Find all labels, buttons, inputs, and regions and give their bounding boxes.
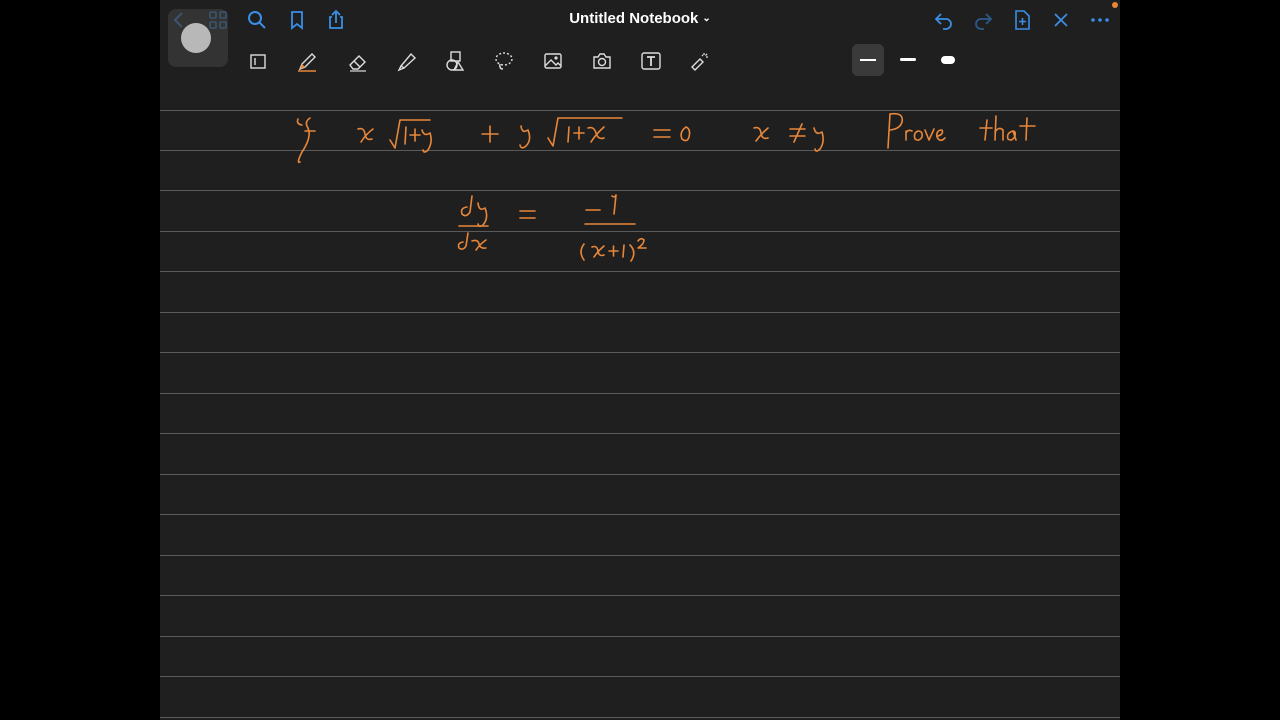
highlighter-icon[interactable]: [394, 48, 420, 74]
assistive-touch-dot: [181, 23, 211, 53]
pen-icon[interactable]: [294, 48, 320, 74]
shapes-icon[interactable]: [442, 48, 468, 74]
undo-icon[interactable]: [931, 7, 957, 33]
handwriting-that: [979, 115, 1036, 141]
camera-icon[interactable]: [589, 48, 615, 74]
notebook-app: Untitled Notebook ⌄: [160, 0, 1120, 720]
handwriting-ink: [296, 112, 1036, 262]
image-icon[interactable]: [540, 48, 566, 74]
stroke-thin-button[interactable]: [852, 44, 884, 76]
chevron-down-icon: ⌄: [702, 13, 711, 24]
status-indicator-dot: [1112, 2, 1118, 8]
handwriting-equals-zero: [653, 126, 691, 142]
handwriting-equals: [519, 210, 536, 219]
handwriting-x-not-equal-y: [753, 123, 824, 152]
handwriting-if: [296, 117, 316, 164]
handwriting-prove: [887, 112, 946, 149]
notebook-title-text: Untitled Notebook: [569, 10, 699, 27]
lasso-icon[interactable]: [491, 48, 517, 74]
redo-icon[interactable]: [970, 7, 996, 33]
stroke-thick-button[interactable]: [941, 56, 955, 64]
stroke-medium-button[interactable]: [900, 58, 916, 61]
tool-bar: [160, 40, 1120, 109]
text-icon[interactable]: [638, 48, 664, 74]
laser-pointer-icon[interactable]: [687, 48, 713, 74]
pages-icon[interactable]: [245, 48, 271, 74]
handwriting-y-sqrt-1-plus-x: [519, 117, 623, 149]
handwriting-x-sqrt-1-plus-y: [357, 119, 432, 153]
handwriting-plus: [481, 125, 499, 143]
more-icon[interactable]: [1087, 7, 1113, 33]
close-icon[interactable]: [1048, 7, 1074, 33]
handwriting-fraction: [580, 194, 647, 262]
assistive-touch-button[interactable]: [168, 9, 228, 67]
notebook-page[interactable]: [160, 82, 1120, 720]
handwriting-dy-dx: [457, 195, 489, 251]
top-bar: Untitled Notebook ⌄: [160, 0, 1120, 40]
eraser-icon[interactable]: [345, 48, 371, 74]
add-page-icon[interactable]: [1009, 7, 1035, 33]
stroke-thin-line: [860, 59, 876, 61]
